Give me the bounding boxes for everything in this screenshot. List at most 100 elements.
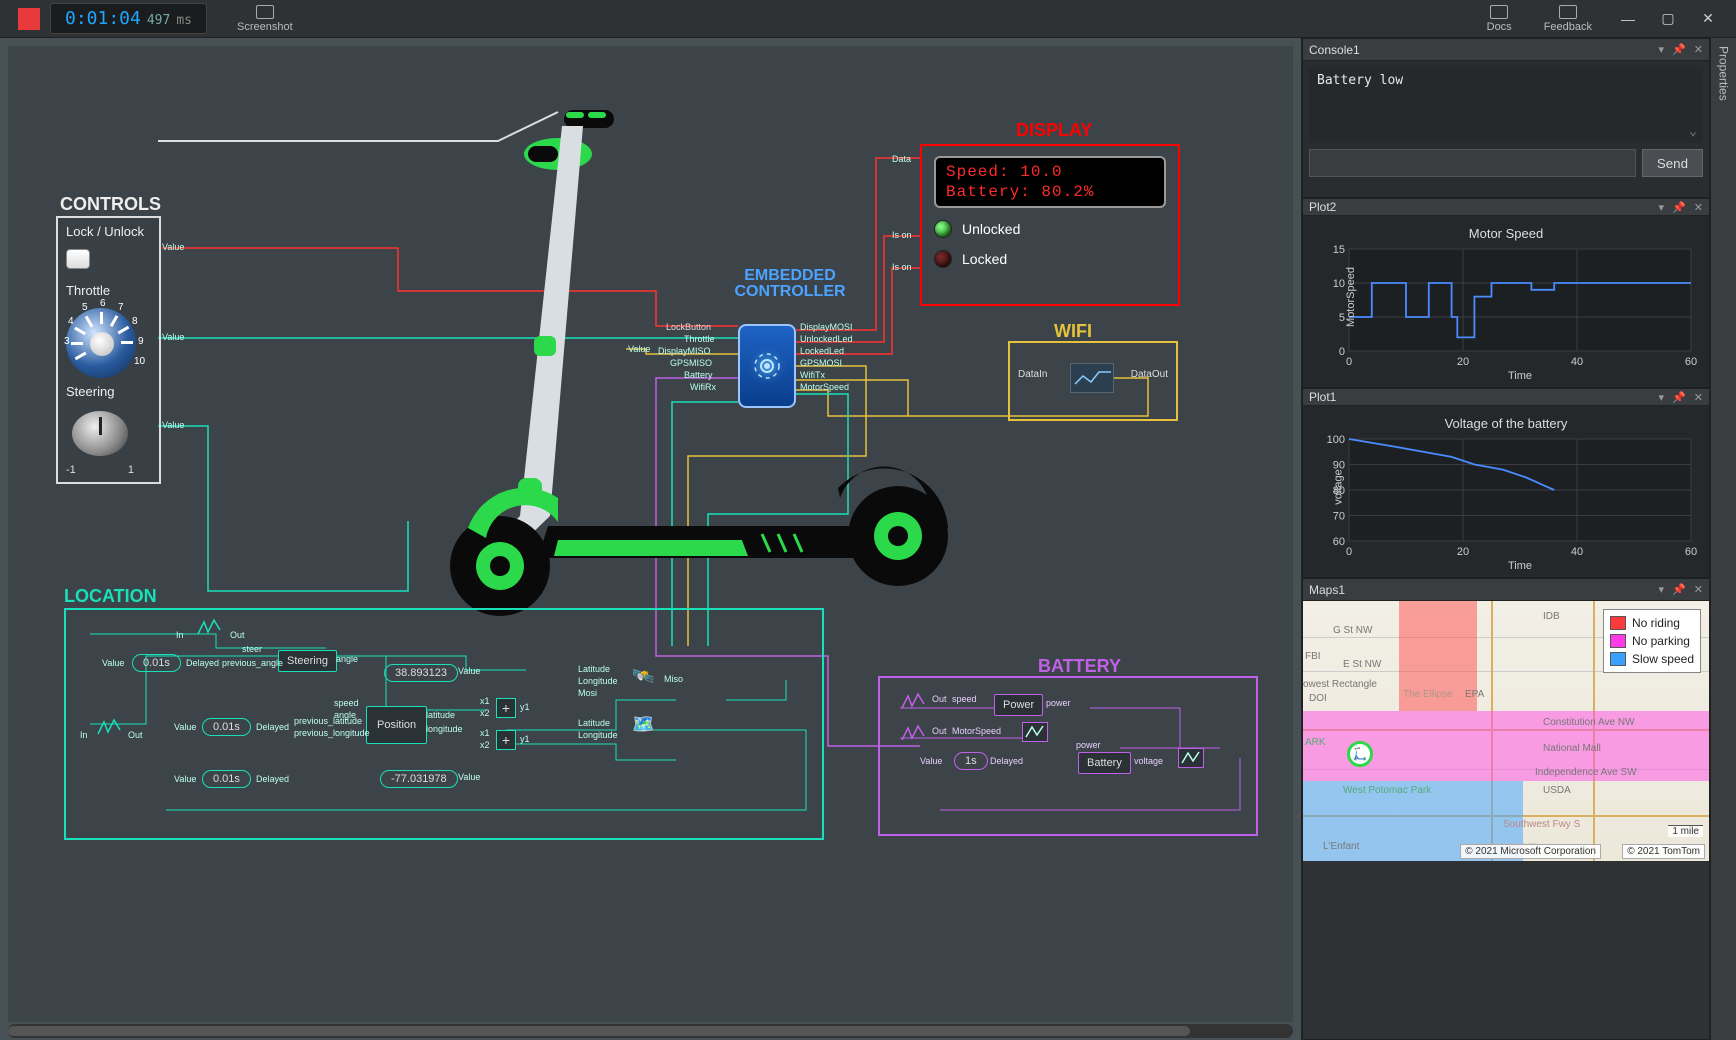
delay2-node[interactable]: 0.01s xyxy=(202,718,251,736)
map-legend: No riding No parking Slow speed xyxy=(1603,609,1701,673)
locked-label: Locked xyxy=(962,251,1007,267)
lock-unlock-label: Lock / Unlock xyxy=(66,224,151,239)
console-input[interactable] xyxy=(1309,149,1636,177)
throttle-value-port: Value xyxy=(162,332,184,342)
steering-node[interactable]: Steering xyxy=(278,650,337,672)
battery-delay-node[interactable]: 1s xyxy=(954,752,988,770)
plot1-chart[interactable]: 607080901000204060voltageTime xyxy=(1309,433,1703,571)
maps-title: Maps1 xyxy=(1309,583,1659,597)
dropdown-icon[interactable]: ▾ xyxy=(1659,583,1665,596)
stop-record-button[interactable] xyxy=(18,8,40,30)
plot1-title: Plot1 xyxy=(1309,390,1659,404)
map-view[interactable]: 🛴 G St NW IDB FBI E St NW owest Rectangl… xyxy=(1303,601,1709,861)
lcd-screen: Speed: 10.0 Battery: 80.2% xyxy=(934,156,1166,208)
position-node[interactable]: Position xyxy=(366,706,427,744)
battery-node[interactable]: Battery xyxy=(1078,752,1131,774)
dropdown-icon[interactable]: ▾ xyxy=(1659,391,1665,404)
window-close-button[interactable]: ✕ xyxy=(1688,4,1728,34)
delay1-node[interactable]: 0.01s xyxy=(132,654,181,672)
window-minimize-button[interactable]: — xyxy=(1608,4,1648,34)
wifi-datain-port: DataIn xyxy=(1018,369,1047,380)
ec-port-battery: Battery xyxy=(684,370,713,380)
console-panel: Console1 ▾📌✕ Battery low ⌄ Send xyxy=(1302,38,1710,198)
close-icon[interactable]: ✕ xyxy=(1694,391,1703,404)
svg-text:MotorSpeed: MotorSpeed xyxy=(1345,267,1357,327)
pin-icon[interactable]: 📌 xyxy=(1672,583,1686,596)
plot2-chart-title: Motor Speed xyxy=(1309,222,1703,243)
plot2-title: Plot2 xyxy=(1309,200,1659,214)
latitude-value: 38.893123 xyxy=(384,664,458,682)
pin-icon[interactable]: 📌 xyxy=(1672,391,1686,404)
delay3-node[interactable]: 0.01s xyxy=(202,770,251,788)
ec-port-displaymosi: DisplayMOSI xyxy=(800,322,853,332)
timer-unit: ms xyxy=(176,13,192,28)
location-region-label: LOCATION xyxy=(64,586,157,607)
dropdown-icon[interactable]: ▾ xyxy=(1659,201,1665,214)
display-ison1-port: Is on xyxy=(892,230,912,240)
steering-label: Steering xyxy=(66,384,151,399)
svg-text:Time: Time xyxy=(1508,370,1532,381)
signal-icon xyxy=(96,718,122,738)
signal-icon xyxy=(196,618,222,638)
canvas-horizontal-scrollbar[interactable] xyxy=(8,1024,1293,1038)
adder2-node[interactable]: + xyxy=(496,730,516,750)
lock-unlock-toggle[interactable] xyxy=(66,249,90,269)
docs-button[interactable]: Docs xyxy=(1487,5,1512,33)
controls-region-label: CONTROLS xyxy=(60,194,161,215)
ec-port-lockbutton: LockButton xyxy=(666,322,711,332)
map-pin-icon: 🗺️ xyxy=(632,714,654,735)
send-button[interactable]: Send xyxy=(1642,149,1703,177)
ec-port-unlockedled: UnlockedLed xyxy=(800,334,853,344)
svg-text:60: 60 xyxy=(1685,356,1697,368)
steering-knob[interactable] xyxy=(72,411,128,456)
plot1-panel: Plot1 ▾📌✕ Voltage of the battery 6070809… xyxy=(1302,388,1710,578)
svg-text:0: 0 xyxy=(1339,346,1345,358)
maps-panel: Maps1 ▾📌✕ 🛴 G St NW IDB xyxy=(1302,578,1710,1040)
ec-value-left: Value xyxy=(628,344,650,354)
signal-icon xyxy=(900,724,926,744)
feedback-button[interactable]: Feedback xyxy=(1544,5,1592,33)
scooter-marker-icon: 🛴 xyxy=(1347,741,1373,767)
design-canvas[interactable]: 🔒 xyxy=(0,38,1302,1040)
ec-port-wifitx: WifiTx xyxy=(800,370,825,380)
pin-icon[interactable]: 📌 xyxy=(1672,201,1686,214)
right-sidebar: Console1 ▾📌✕ Battery low ⌄ Send Plot2 ▾📌… xyxy=(1302,38,1710,1040)
steering-value-port: Value xyxy=(162,420,184,430)
svg-text:100: 100 xyxy=(1327,434,1345,446)
docs-icon xyxy=(1490,5,1508,19)
close-icon[interactable]: ✕ xyxy=(1694,583,1703,596)
feedback-label: Feedback xyxy=(1544,21,1592,33)
feedback-icon xyxy=(1559,5,1577,19)
svg-text:Time: Time xyxy=(1508,560,1532,571)
wifi-node[interactable] xyxy=(1070,363,1114,393)
chevron-down-icon[interactable]: ⌄ xyxy=(1689,124,1697,139)
plot2-chart[interactable]: 0510150204060MotorSpeedTime xyxy=(1309,243,1703,381)
pin-icon[interactable]: 📌 xyxy=(1672,43,1686,56)
screenshot-button[interactable]: Screenshot xyxy=(237,5,293,33)
properties-tab[interactable]: Properties xyxy=(1710,38,1736,1040)
close-icon[interactable]: ✕ xyxy=(1694,201,1703,214)
window-restore-button[interactable]: ▢ xyxy=(1648,4,1688,34)
dropdown-icon[interactable]: ▾ xyxy=(1659,43,1665,56)
adder1-node[interactable]: + xyxy=(496,698,516,718)
close-icon[interactable]: ✕ xyxy=(1694,43,1703,56)
controls-panel: Lock / Unlock Throttle 3 xyxy=(56,216,161,484)
display-region-label: DISPLAY xyxy=(1016,120,1092,141)
sparkline-node[interactable] xyxy=(1022,722,1048,742)
map-scale: 1 mile xyxy=(1668,825,1703,837)
embedded-controller-block[interactable] xyxy=(738,324,796,408)
throttle-knob[interactable] xyxy=(66,308,136,378)
battery-panel: Out speed Power power Out MotorSpeed Val… xyxy=(878,676,1258,836)
scooter-illustration xyxy=(438,96,998,616)
svg-text:70: 70 xyxy=(1333,511,1345,523)
unlocked-label: Unlocked xyxy=(962,221,1020,237)
lcd-line1: Speed: 10.0 xyxy=(946,162,1154,182)
power-node[interactable]: Power xyxy=(994,694,1043,716)
sparkline-node[interactable] xyxy=(1178,748,1204,768)
screenshot-label: Screenshot xyxy=(237,21,293,33)
console-output: Battery low ⌄ xyxy=(1309,67,1703,143)
svg-text:voltage: voltage xyxy=(1333,469,1345,504)
svg-text:20: 20 xyxy=(1457,546,1469,558)
map-credit-tt: © 2021 TomTom xyxy=(1622,844,1705,859)
ec-port-throttle: Throttle xyxy=(684,334,715,344)
